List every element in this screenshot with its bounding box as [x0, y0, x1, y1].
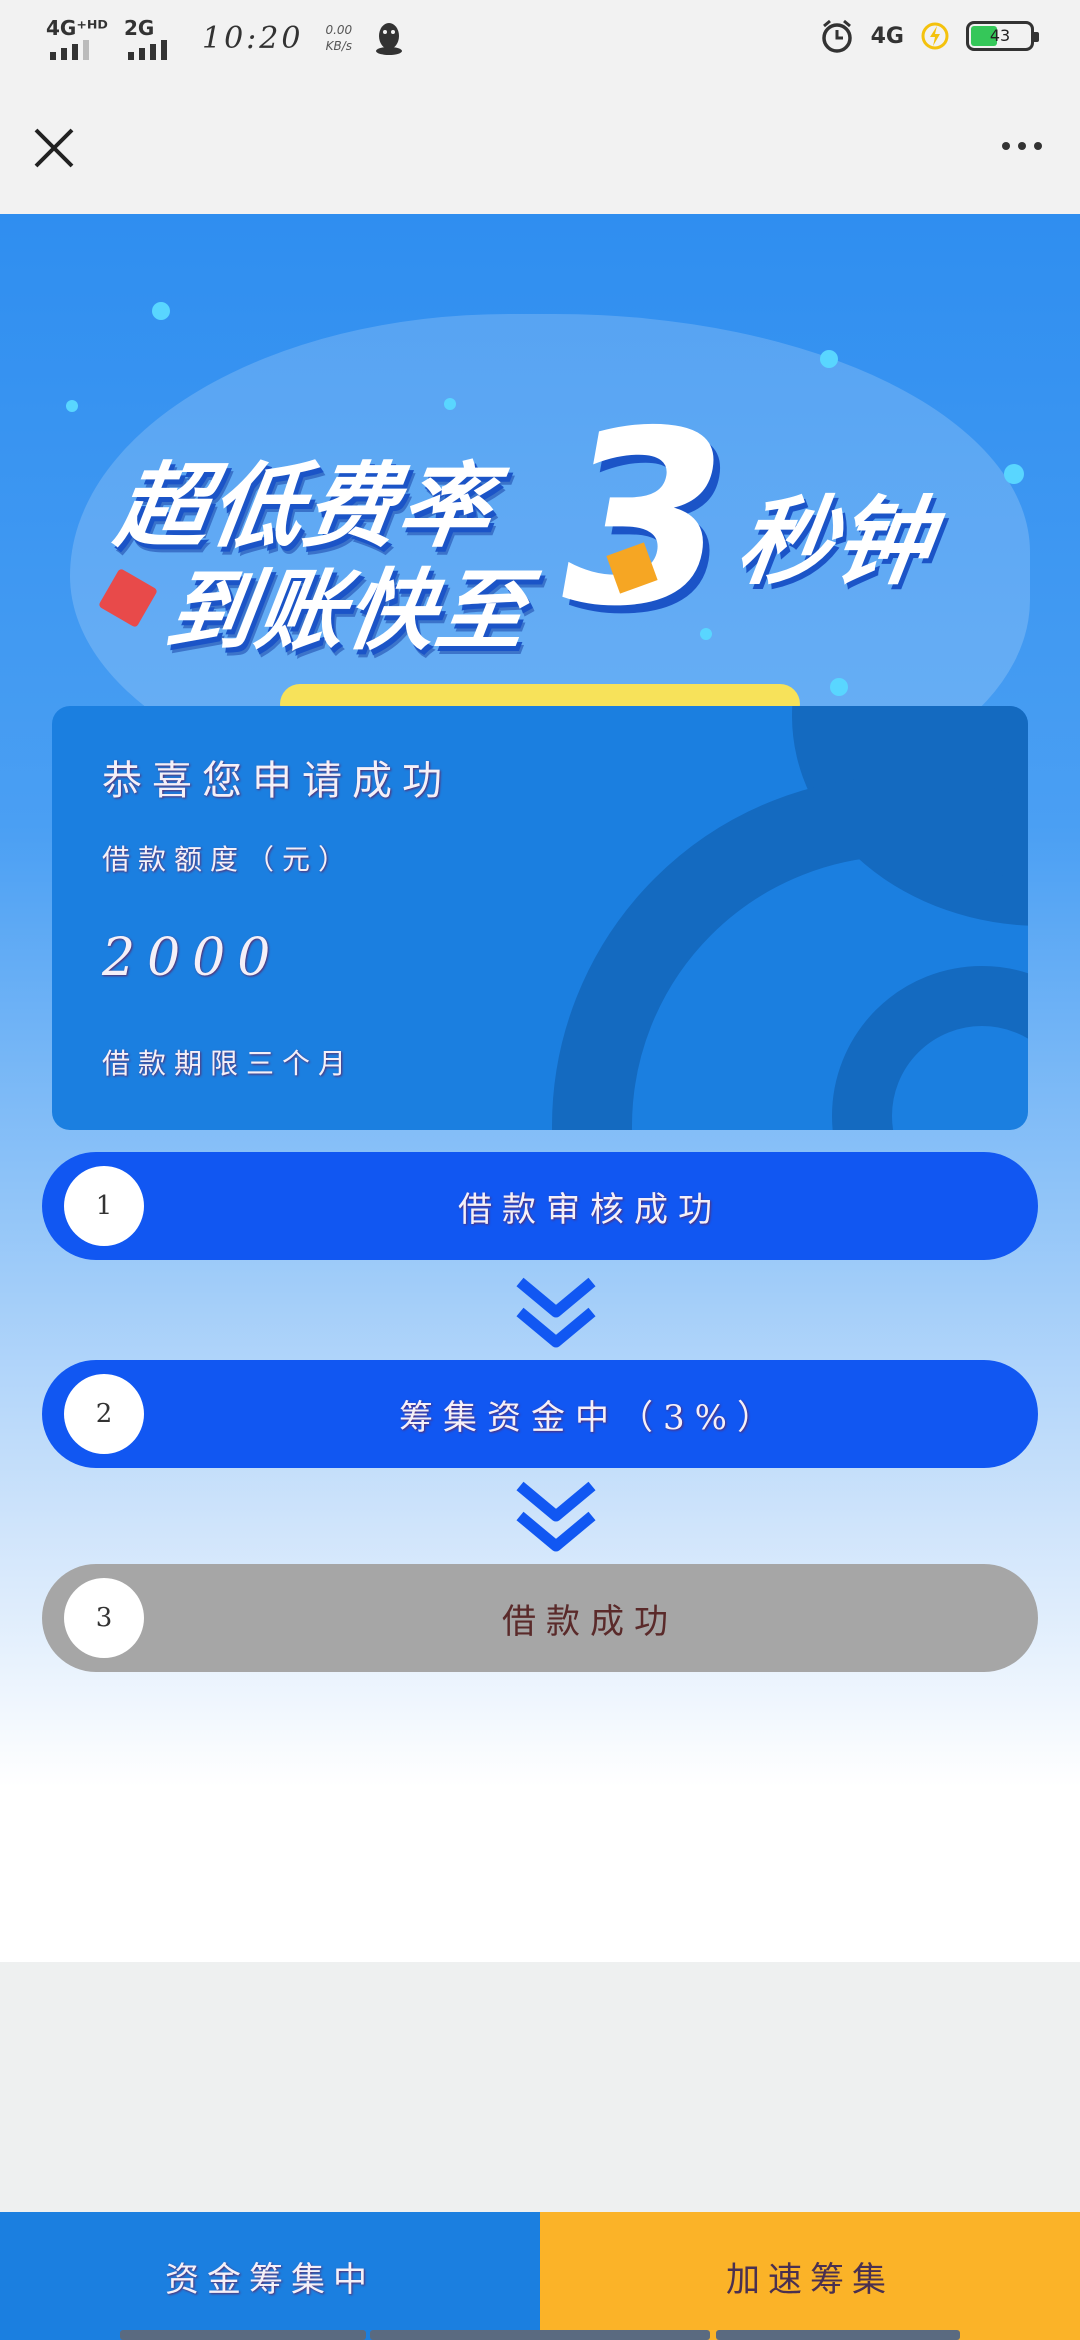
amount-label: 借款额度（元） — [102, 843, 355, 876]
step-number: 1 — [64, 1166, 144, 1246]
signal-4g-icon: 4G⁺ᴴᴰ — [46, 16, 108, 60]
battery-level: 43 — [989, 26, 1011, 45]
step-3: 3 借款成功 — [42, 1564, 1038, 1672]
decor-dot — [1004, 464, 1024, 484]
loan-result-card: 恭喜您申请成功 借款额度（元） 2000 借款期限三个月 — [52, 706, 1028, 1130]
status-right: 4G 43 — [819, 18, 1039, 54]
more-dot[interactable] — [1034, 142, 1042, 150]
gesture-bar — [120, 2330, 366, 2340]
accelerate-button[interactable]: 加速筹集 — [540, 2212, 1080, 2340]
status-left: 4G⁺ᴴᴰ 2G 10:20 0.00 KB/s — [46, 16, 404, 60]
network-label-2: 2G — [124, 16, 155, 40]
decor-dot — [444, 398, 456, 410]
banner-headline-2: 到账快至 — [159, 559, 535, 662]
status-bar: 4G⁺ᴴᴰ 2G 10:20 0.00 KB/s 4G 43 — [0, 0, 1080, 80]
banner-headline-suffix: 秒钟 — [730, 486, 939, 598]
step-number: 2 — [64, 1374, 144, 1454]
network-speed: 0.00 KB/s — [325, 22, 352, 54]
charging-icon — [921, 22, 949, 50]
close-button[interactable] — [30, 124, 78, 172]
network-label-1: 4G⁺ᴴᴰ — [46, 16, 108, 40]
nav-bar — [0, 80, 1080, 214]
chevron-down-icon — [516, 1277, 596, 1348]
main-content: 超低费率 到账快至 3 秒钟 恭喜您申请成功 借款额度（元） 2000 借款期限… — [0, 214, 1080, 1962]
step-label: 借款审核成功 — [458, 1189, 722, 1230]
fundraising-status-button[interactable]: 资金筹集中 — [0, 2212, 540, 2340]
qq-penguin-icon — [376, 23, 403, 55]
more-button[interactable] — [990, 126, 1054, 166]
gesture-bar — [716, 2330, 960, 2340]
close-icon[interactable] — [30, 124, 78, 172]
network-label-3: 4G — [870, 23, 904, 49]
speed-value: 0.00 — [325, 23, 353, 37]
decor-dot — [66, 400, 78, 412]
loan-amount: 2000 — [102, 928, 283, 988]
clock: 10:20 — [202, 20, 304, 56]
more-dot[interactable] — [1018, 142, 1026, 150]
gesture-bar — [370, 2330, 710, 2340]
decor-dot — [820, 350, 838, 368]
step-label: 借款成功 — [502, 1601, 678, 1642]
step-number: 3 — [64, 1578, 144, 1658]
step-1: 1 借款审核成功 — [42, 1152, 1038, 1260]
alarm-clock-icon — [821, 19, 852, 53]
speed-unit: KB/s — [325, 39, 353, 53]
battery-icon: 43 — [966, 21, 1039, 51]
decor-dot — [830, 678, 848, 696]
bottom-action-bar: 资金筹集中 加速筹集 — [0, 2212, 1080, 2340]
chevron-down-icon — [516, 1481, 596, 1552]
step-label: 筹集资金中（3%） — [399, 1397, 781, 1438]
card-title: 恭喜您申请成功 — [102, 758, 452, 804]
more-dot[interactable] — [1002, 142, 1010, 150]
decor-dot — [152, 302, 170, 320]
loan-term: 借款期限三个月 — [102, 1047, 355, 1080]
signal-2g-icon: 2G — [124, 16, 180, 60]
step-2: 2 筹集资金中（3%） — [42, 1360, 1038, 1468]
